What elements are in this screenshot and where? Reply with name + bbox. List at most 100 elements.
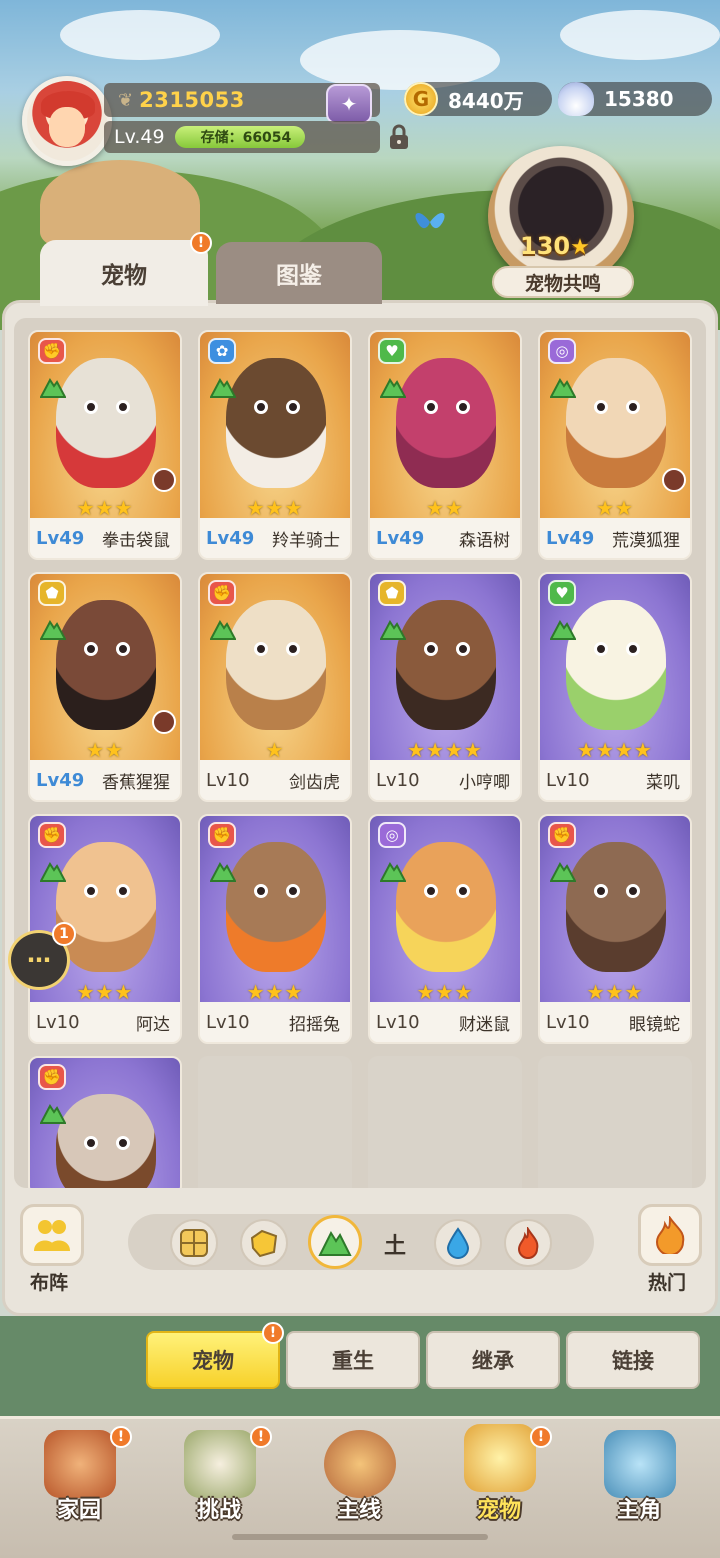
pet-card[interactable]: ✊ [28,1056,182,1188]
shell-value: 15380 [604,87,674,111]
filter-earth-button[interactable] [308,1215,362,1269]
action-inherit-button[interactable]: 继承 [426,1331,560,1389]
pet-creature-art [56,1094,156,1188]
pet-level: Lv10 [36,1011,80,1033]
pet-name: 荒漠狐狸 [612,530,680,551]
lock-icon[interactable] [387,124,411,150]
nav-challenge[interactable]: ! 挑战 [164,1424,274,1534]
bone-badge-icon[interactable]: ✦ [326,84,372,124]
pet-card[interactable]: ✊ ★ Lv10 剑齿虎 [198,572,352,802]
tab-pets[interactable]: 宠物 [40,240,208,306]
pet-card[interactable]: ✊ ★★★ Lv49 拳击袋鼠 [28,330,182,560]
earth-type-icon [40,1104,66,1124]
empty-pet-slot: ❀ [368,1056,522,1188]
nav-home[interactable]: ! 家园 [24,1424,134,1534]
hot-button[interactable] [638,1204,702,1266]
mainline-icon [324,1430,396,1498]
nav-mainline[interactable]: 主线 [304,1424,414,1534]
water-drop-icon [446,1227,470,1259]
formation-label: 布阵 [30,1272,69,1294]
pet-card[interactable]: ◎ ★★★ Lv10 财迷鼠 [368,814,522,1044]
filter-water-button[interactable] [434,1219,482,1267]
chat-badge: 1 [52,922,76,946]
pet-card[interactable]: ◎ ★★ Lv49 荒漠狐狸 [538,330,692,560]
pet-level: Lv49 [36,769,85,791]
earth-type-icon [40,620,66,640]
fire-element-icon: ✊ [208,580,236,606]
pet-creature-art [396,358,496,488]
grid-icon [180,1229,208,1257]
pet-card[interactable]: ⬟ ★★★★ Lv10 小哼唧 [368,572,522,802]
player-avatar[interactable] [22,76,112,166]
home-icon [44,1430,116,1498]
nav-hero[interactable]: 主角 [584,1424,694,1534]
player-level: Lv.49 [114,126,165,148]
pet-creature-art [56,600,156,730]
pet-card[interactable]: ✿ ★★★ Lv49 羚羊骑士 [198,330,352,560]
pet-creature-art [226,600,326,730]
resonance-label[interactable]: 宠物共鸣 [492,266,634,298]
pet-card[interactable]: ✊ ★★★ Lv10 阿达 [28,814,182,1044]
pet-level: Lv49 [206,527,255,549]
gold-currency[interactable]: G 8440万 [404,82,552,116]
filter-metal-button[interactable] [240,1219,288,1267]
pet-name: 财迷鼠 [459,1014,510,1035]
pet-stars: ★★★★ [407,738,483,762]
pet-card-footer: Lv10 剑齿虎 [200,760,350,800]
pet-creature-art [56,358,156,488]
pet-level: Lv49 [376,527,425,549]
pet-card[interactable]: ♥ ★★★★ Lv10 菜叽 [538,572,692,802]
filter-all-button[interactable] [170,1219,218,1267]
pet-card-footer: Lv10 阿达 [30,1002,180,1042]
pet-card[interactable]: ♥ ★★ Lv49 森语树 [368,330,522,560]
action-pets-button[interactable]: 宠物 [146,1331,280,1389]
flame-hot-icon [655,1216,685,1254]
shell-currency[interactable]: 15380 [558,82,712,116]
action-link-button[interactable]: 链接 [566,1331,700,1389]
paw-print-icon: ❀ [426,1182,465,1188]
pet-level: Lv10 [206,1011,250,1033]
pet-card[interactable]: ⬟ ★★ Lv49 香蕉猩猩 [28,572,182,802]
earth-type-icon [210,862,236,882]
pet-resonance-orb[interactable] [488,146,634,286]
nav-hero-label: 主角 [616,1498,661,1523]
empty-pet-slot: ❀ [198,1056,352,1188]
earth-type-icon [40,378,66,398]
pet-portrait: ◎ ★★ [540,332,690,520]
pet-creature-art [226,358,326,488]
butterfly-icon [415,213,445,229]
filter-element-label: 土 [384,1234,407,1259]
pet-level: Lv10 [206,769,250,791]
earth-type-icon [380,378,406,398]
tab-codex[interactable]: 图鉴 [216,242,382,304]
pet-portrait: ✿ ★★★ [200,332,350,520]
pet-creature-art [566,358,666,488]
pet-creature-art [226,842,326,972]
challenge-icon [184,1430,256,1498]
action-rebirth-button[interactable]: 重生 [286,1331,420,1389]
nav-challenge-label: 挑战 [196,1498,241,1523]
pet-stars: ★★★ [416,980,474,1004]
pet-stars: ★★★★ [577,738,653,762]
pet-level: Lv10 [546,1011,590,1033]
pet-card[interactable]: ✊ ★★★ Lv10 眼镜蛇 [538,814,692,1044]
star-icon: ★ [570,235,590,260]
pet-card[interactable]: ✊ ★★★ Lv10 招摇兔 [198,814,352,1044]
filter-fire-button[interactable] [504,1219,552,1267]
pet-portrait: ♥ ★★ [370,332,520,520]
pet-name: 眼镜蛇 [629,1014,680,1035]
pet-portrait: ⬟ ★★ [30,574,180,762]
magic-element-icon: ◎ [378,822,406,848]
formation-button[interactable] [20,1204,84,1266]
pet-card-footer: Lv49 森语树 [370,518,520,558]
nav-pets[interactable]: ! 宠物 [444,1424,554,1534]
level-bar: Lv.49 存储：66054 [104,121,380,153]
earth-type-icon [550,862,576,882]
pet-level: Lv49 [36,527,85,549]
pet-level: Lv10 [546,769,590,791]
pet-creature-art [566,842,666,972]
pet-creature-art [56,842,156,972]
nav-home-label: 家园 [56,1498,101,1523]
empty-pet-slot: ❀ [538,1056,692,1188]
fire-element-icon: ✊ [38,338,66,364]
